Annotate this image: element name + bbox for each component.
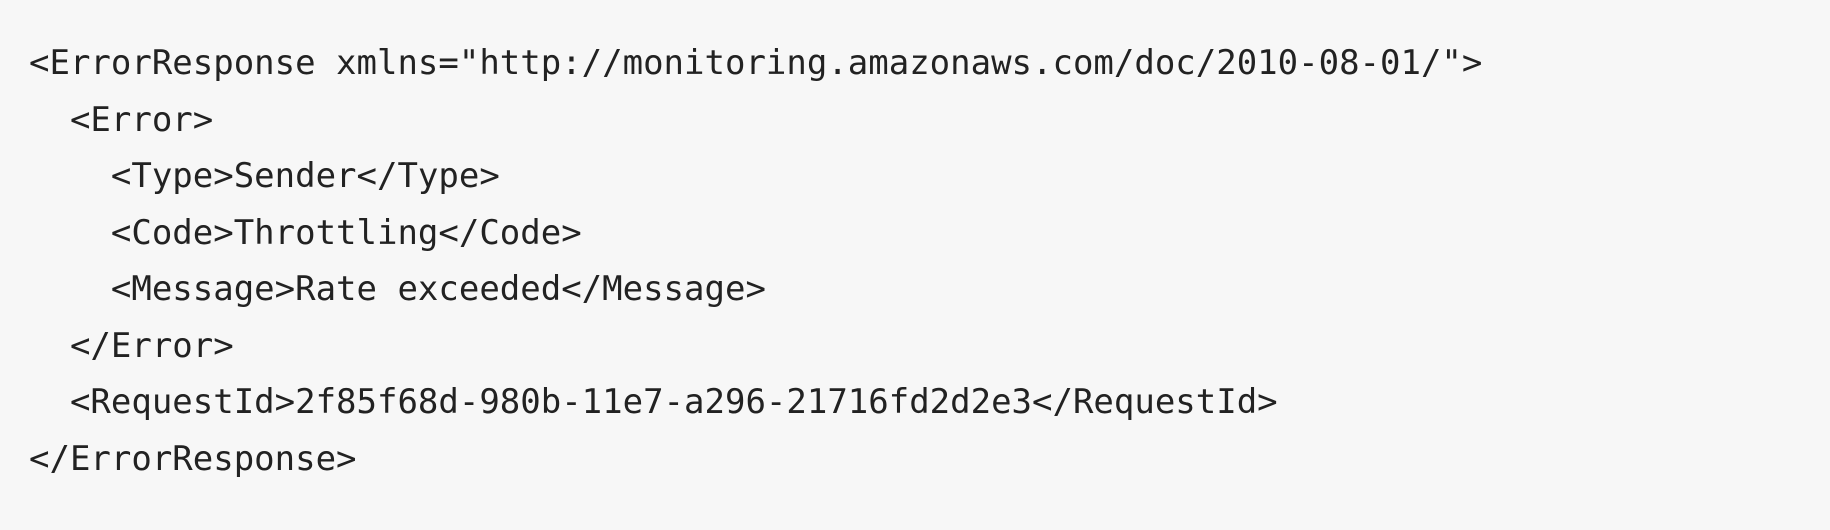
code-block: <ErrorResponse xmlns="http://monitoring.…	[0, 0, 1830, 530]
code-line-type: <Type>Sender</Type>	[29, 156, 500, 196]
code-line-message: <Message>Rate exceeded</Message>	[29, 269, 766, 309]
code-line-error-open: <Error>	[29, 99, 214, 140]
code-line-error-response-open: <ErrorResponse xmlns="http://monitoring.…	[29, 43, 1483, 83]
code-line-code: <Code>Throttling</Code>	[29, 212, 582, 253]
code-line-error-response-close: </ErrorResponse>	[29, 438, 357, 479]
code-line-request-id: <RequestId>2f85f68d-980b-11e7-a296-21716…	[29, 382, 1278, 422]
code-line-error-close: </Error>	[29, 325, 234, 366]
